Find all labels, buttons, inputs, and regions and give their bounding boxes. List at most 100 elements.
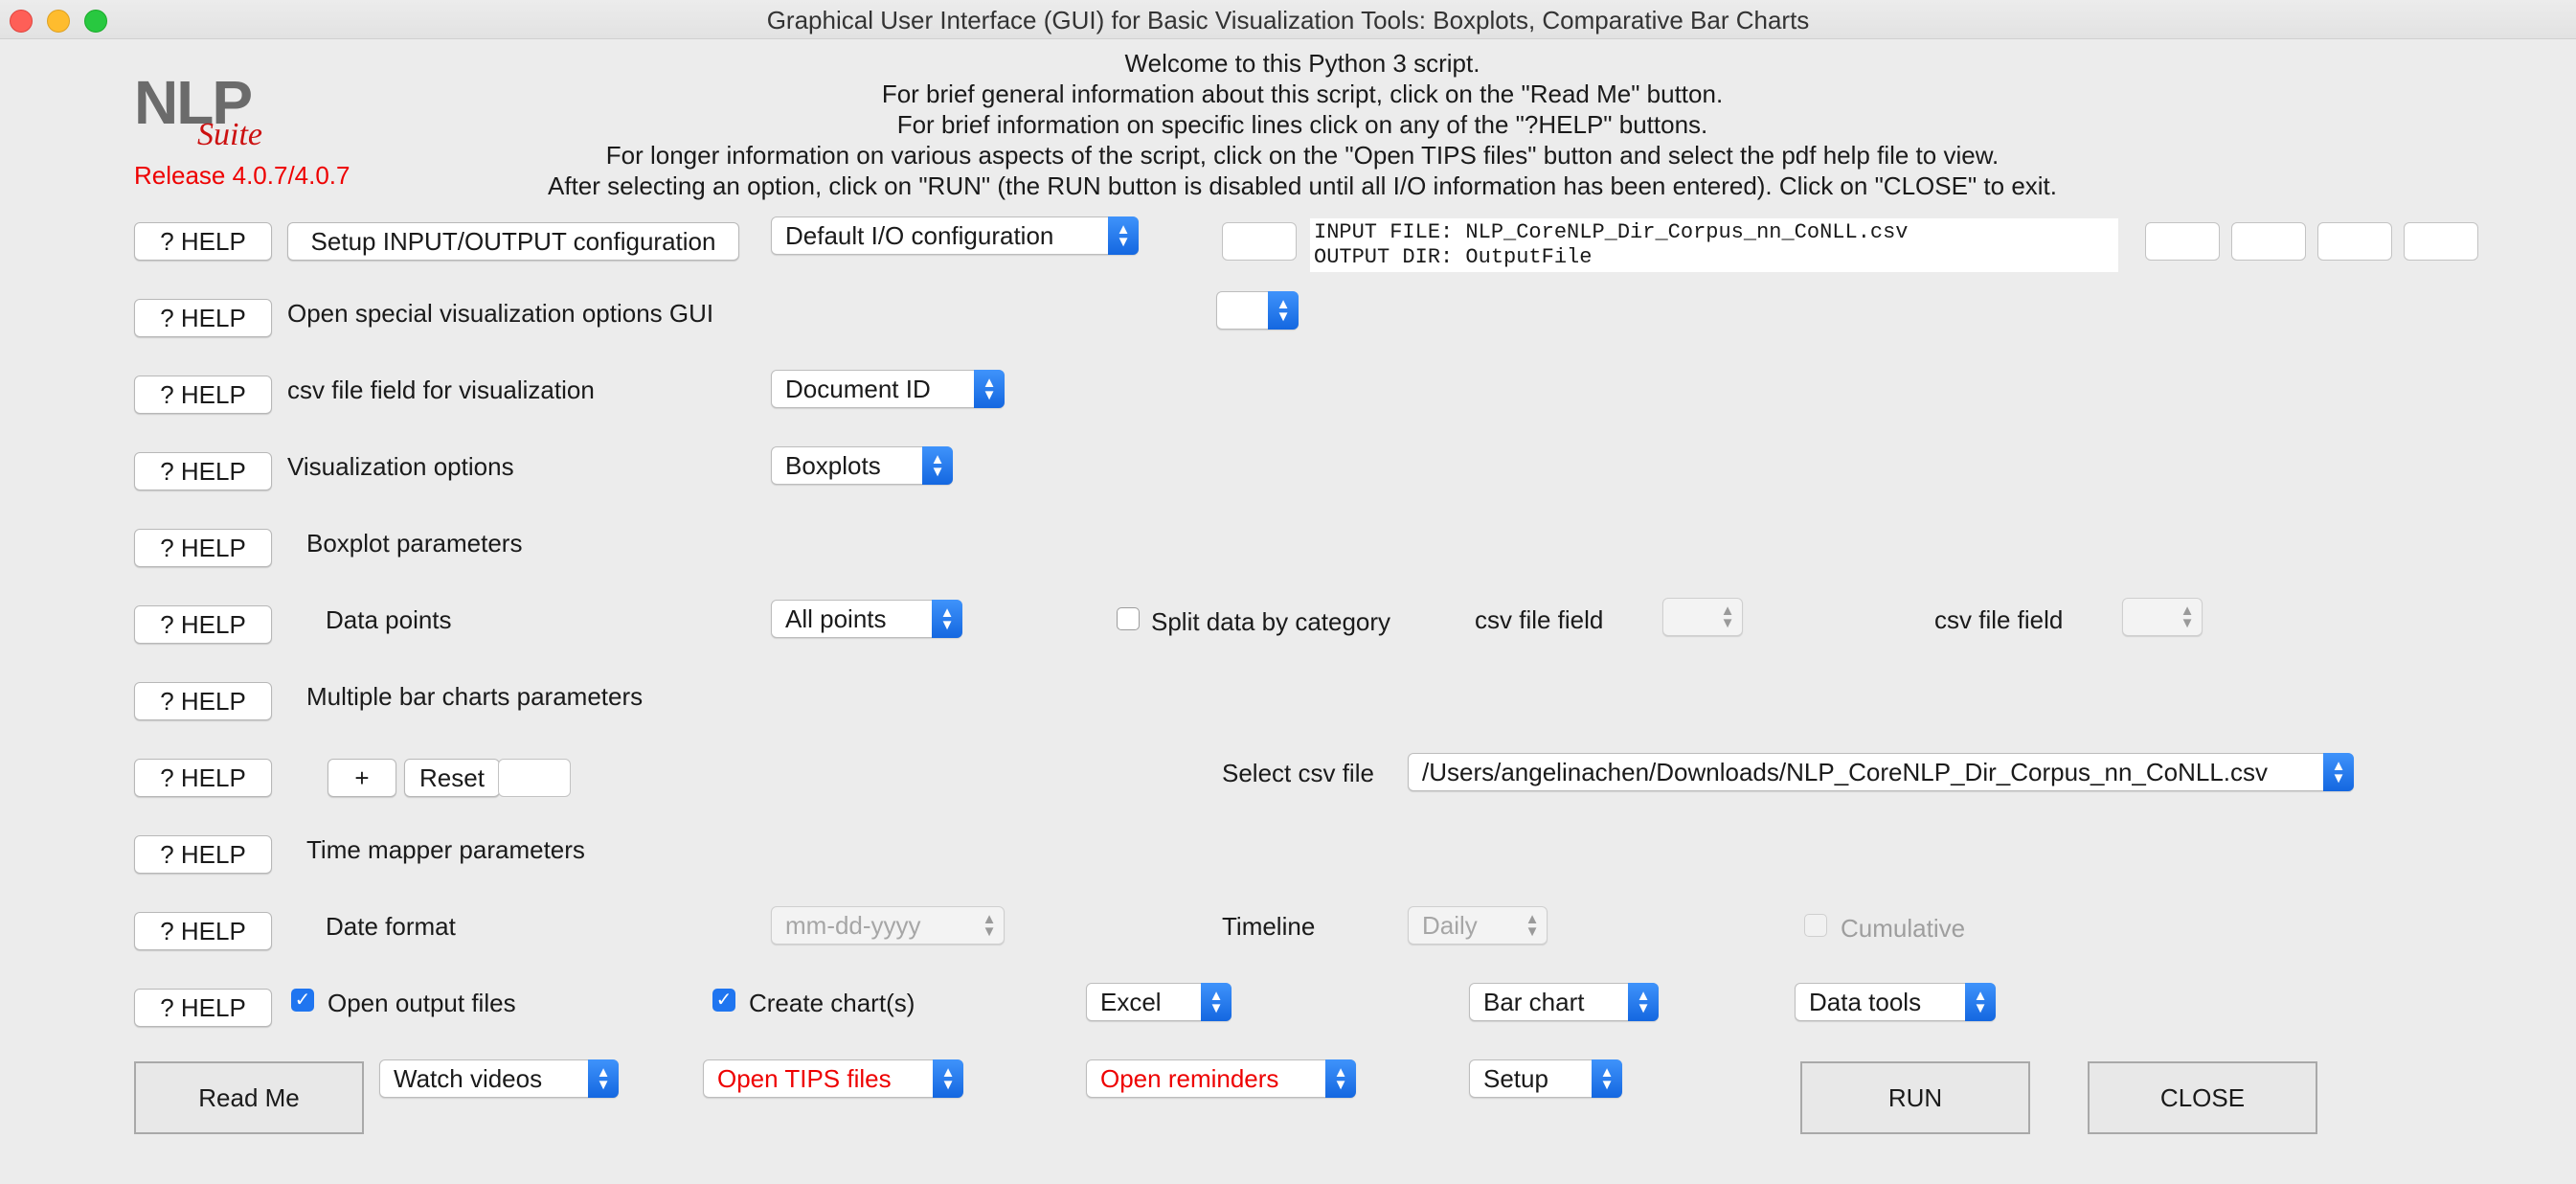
open-reminders-select[interactable]: Open reminders ▲ ▼ [1086, 1059, 1356, 1098]
split-data-checkbox[interactable] [1117, 607, 1140, 630]
help-button-bar-controls[interactable]: ? HELP [134, 759, 272, 797]
io-extra-button-2[interactable] [2231, 222, 2306, 261]
nlp-logo-suite: Suite [197, 117, 262, 152]
help-button-data-points[interactable]: ? HELP [134, 605, 272, 644]
updown-arrows-icon: ▲ ▼ [2323, 753, 2354, 791]
updown-arrows-icon: ▲ ▼ [1720, 603, 1735, 631]
io-config-select[interactable]: Default I/O configuration ▲ ▼ [771, 216, 1139, 255]
chart-type-value: Bar chart [1483, 988, 1585, 1016]
timeline-value: Daily [1422, 911, 1478, 940]
input-file-text: INPUT FILE: NLP_CoreNLP_Dir_Corpus_nn_Co… [1314, 220, 1909, 244]
help-button-vis-options[interactable]: ? HELP [134, 452, 272, 490]
close-button[interactable]: CLOSE [2088, 1061, 2317, 1134]
checkmark-icon: ✓ [715, 990, 733, 1011]
updown-arrows-icon: ▲ ▼ [1108, 216, 1139, 255]
csv-file-field-label-1: csv file field [1475, 605, 1604, 634]
csv-file-field-select-1[interactable]: ▲ ▼ [1662, 598, 1743, 636]
updown-arrows-icon: ▲ ▼ [1201, 983, 1232, 1021]
vis-options-select[interactable]: Boxplots ▲ ▼ [771, 446, 953, 485]
help-button-csv-field[interactable]: ? HELP [134, 376, 272, 414]
updown-arrows-icon: ▲ ▼ [1325, 1059, 1356, 1098]
date-format-value: mm-dd-yyyy [785, 911, 921, 940]
io-blank-button[interactable] [1222, 222, 1297, 261]
data-points-select[interactable]: All points ▲ ▼ [771, 600, 962, 638]
help-button-special[interactable]: ? HELP [134, 299, 272, 337]
excel-select[interactable]: Excel ▲ ▼ [1086, 983, 1232, 1021]
io-config-value: Default I/O configuration [785, 221, 1054, 250]
setup-select[interactable]: Setup ▲ ▼ [1469, 1059, 1622, 1098]
open-tips-value: Open TIPS files [717, 1064, 892, 1093]
vis-options-label: Visualization options [287, 452, 514, 481]
setup-value: Setup [1483, 1064, 1548, 1093]
help-button-bar-params[interactable]: ? HELP [134, 682, 272, 720]
data-points-value: All points [785, 604, 887, 633]
output-dir-text: OUTPUT DIR: OutputFile [1314, 245, 1593, 269]
updown-arrows-icon: ▲ ▼ [932, 600, 962, 638]
io-extra-button-1[interactable] [2145, 222, 2220, 261]
reset-button[interactable]: Reset [404, 759, 500, 797]
date-format-select[interactable]: mm-dd-yyyy ▲ ▼ [771, 906, 1005, 945]
excel-value: Excel [1100, 988, 1162, 1016]
cumulative-label: Cumulative [1841, 914, 1966, 943]
boxplot-params-label: Boxplot parameters [306, 529, 523, 558]
updown-arrows-icon: ▲ ▼ [588, 1059, 619, 1098]
header-line: For brief general information about this… [881, 80, 1724, 108]
updown-arrows-icon: ▲ ▼ [982, 911, 997, 940]
csv-field-label: csv file field for visualization [287, 376, 595, 404]
updown-arrows-icon: ▲ ▼ [1592, 1059, 1622, 1098]
csv-field-select[interactable]: Document ID ▲ ▼ [771, 370, 1005, 408]
updown-arrows-icon: ▲ ▼ [1268, 291, 1299, 330]
read-me-button[interactable]: Read Me [134, 1061, 364, 1134]
help-button-boxplot[interactable]: ? HELP [134, 529, 272, 567]
select-csv-value: /Users/angelinachen/Downloads/NLP_CoreNL… [1422, 758, 2269, 786]
open-output-checkbox[interactable]: ✓ [291, 989, 314, 1012]
timeline-select[interactable]: Daily ▲ ▼ [1408, 906, 1548, 945]
split-data-label: Split data by category [1151, 607, 1391, 636]
help-button-io[interactable]: ? HELP [134, 222, 272, 261]
cumulative-checkbox[interactable] [1804, 914, 1827, 937]
io-info-box: INPUT FILE: NLP_CoreNLP_Dir_Corpus_nn_Co… [1310, 218, 2118, 272]
run-button[interactable]: RUN [1800, 1061, 2030, 1134]
csv-file-field-select-2[interactable]: ▲ ▼ [2122, 598, 2203, 636]
select-csv-file-select[interactable]: /Users/angelinachen/Downloads/NLP_CoreNL… [1408, 753, 2354, 791]
header-line: For brief information on specific lines … [896, 110, 1708, 139]
csv-field-value: Document ID [785, 375, 931, 403]
updown-arrows-icon: ▲ ▼ [1525, 911, 1540, 940]
select-csv-label: Select csv file [1222, 759, 1374, 787]
welcome-instructions: Welcome to this Python 3 script. For bri… [421, 48, 2183, 201]
add-plus-button[interactable]: + [328, 759, 396, 797]
create-charts-checkbox[interactable]: ✓ [712, 989, 735, 1012]
io-extra-button-3[interactable] [2317, 222, 2392, 261]
time-mapper-label: Time mapper parameters [306, 835, 585, 864]
open-tips-select[interactable]: Open TIPS files ▲ ▼ [703, 1059, 963, 1098]
updown-arrows-icon: ▲ ▼ [1628, 983, 1659, 1021]
release-label: Release 4.0.7/4.0.7 [134, 161, 350, 190]
chart-type-select[interactable]: Bar chart ▲ ▼ [1469, 983, 1659, 1021]
data-tools-select[interactable]: Data tools ▲ ▼ [1795, 983, 1996, 1021]
help-button-output[interactable]: ? HELP [134, 989, 272, 1027]
timeline-label: Timeline [1222, 912, 1316, 941]
updown-arrows-icon: ▲ ▼ [2180, 603, 2195, 631]
open-output-label: Open output files [328, 989, 516, 1017]
updown-arrows-icon: ▲ ▼ [933, 1059, 963, 1098]
window-title: Graphical User Interface (GUI) for Basic… [766, 6, 1810, 34]
setup-io-button[interactable]: Setup INPUT/OUTPUT configuration [287, 222, 739, 261]
help-button-date-format[interactable]: ? HELP [134, 912, 272, 950]
special-options-select[interactable]: ▲ ▼ [1216, 291, 1299, 330]
io-extra-button-4[interactable] [2404, 222, 2478, 261]
header-line: For longer information on various aspect… [605, 141, 2000, 170]
watch-videos-value: Watch videos [394, 1064, 543, 1093]
bar-blank-button[interactable] [498, 759, 571, 797]
csv-file-field-label-2: csv file field [1934, 605, 2064, 634]
data-tools-value: Data tools [1809, 988, 1922, 1016]
updown-arrows-icon: ▲ ▼ [922, 446, 953, 485]
create-charts-label: Create chart(s) [749, 989, 915, 1017]
date-format-label: Date format [326, 912, 456, 941]
bar-params-label: Multiple bar charts parameters [306, 682, 644, 711]
open-reminders-value: Open reminders [1100, 1064, 1279, 1093]
window-titlebar: Graphical User Interface (GUI) for Basic… [0, 0, 2576, 39]
vis-options-value: Boxplots [785, 451, 881, 480]
watch-videos-select[interactable]: Watch videos ▲ ▼ [379, 1059, 619, 1098]
updown-arrows-icon: ▲ ▼ [974, 370, 1005, 408]
help-button-time-mapper[interactable]: ? HELP [134, 835, 272, 874]
